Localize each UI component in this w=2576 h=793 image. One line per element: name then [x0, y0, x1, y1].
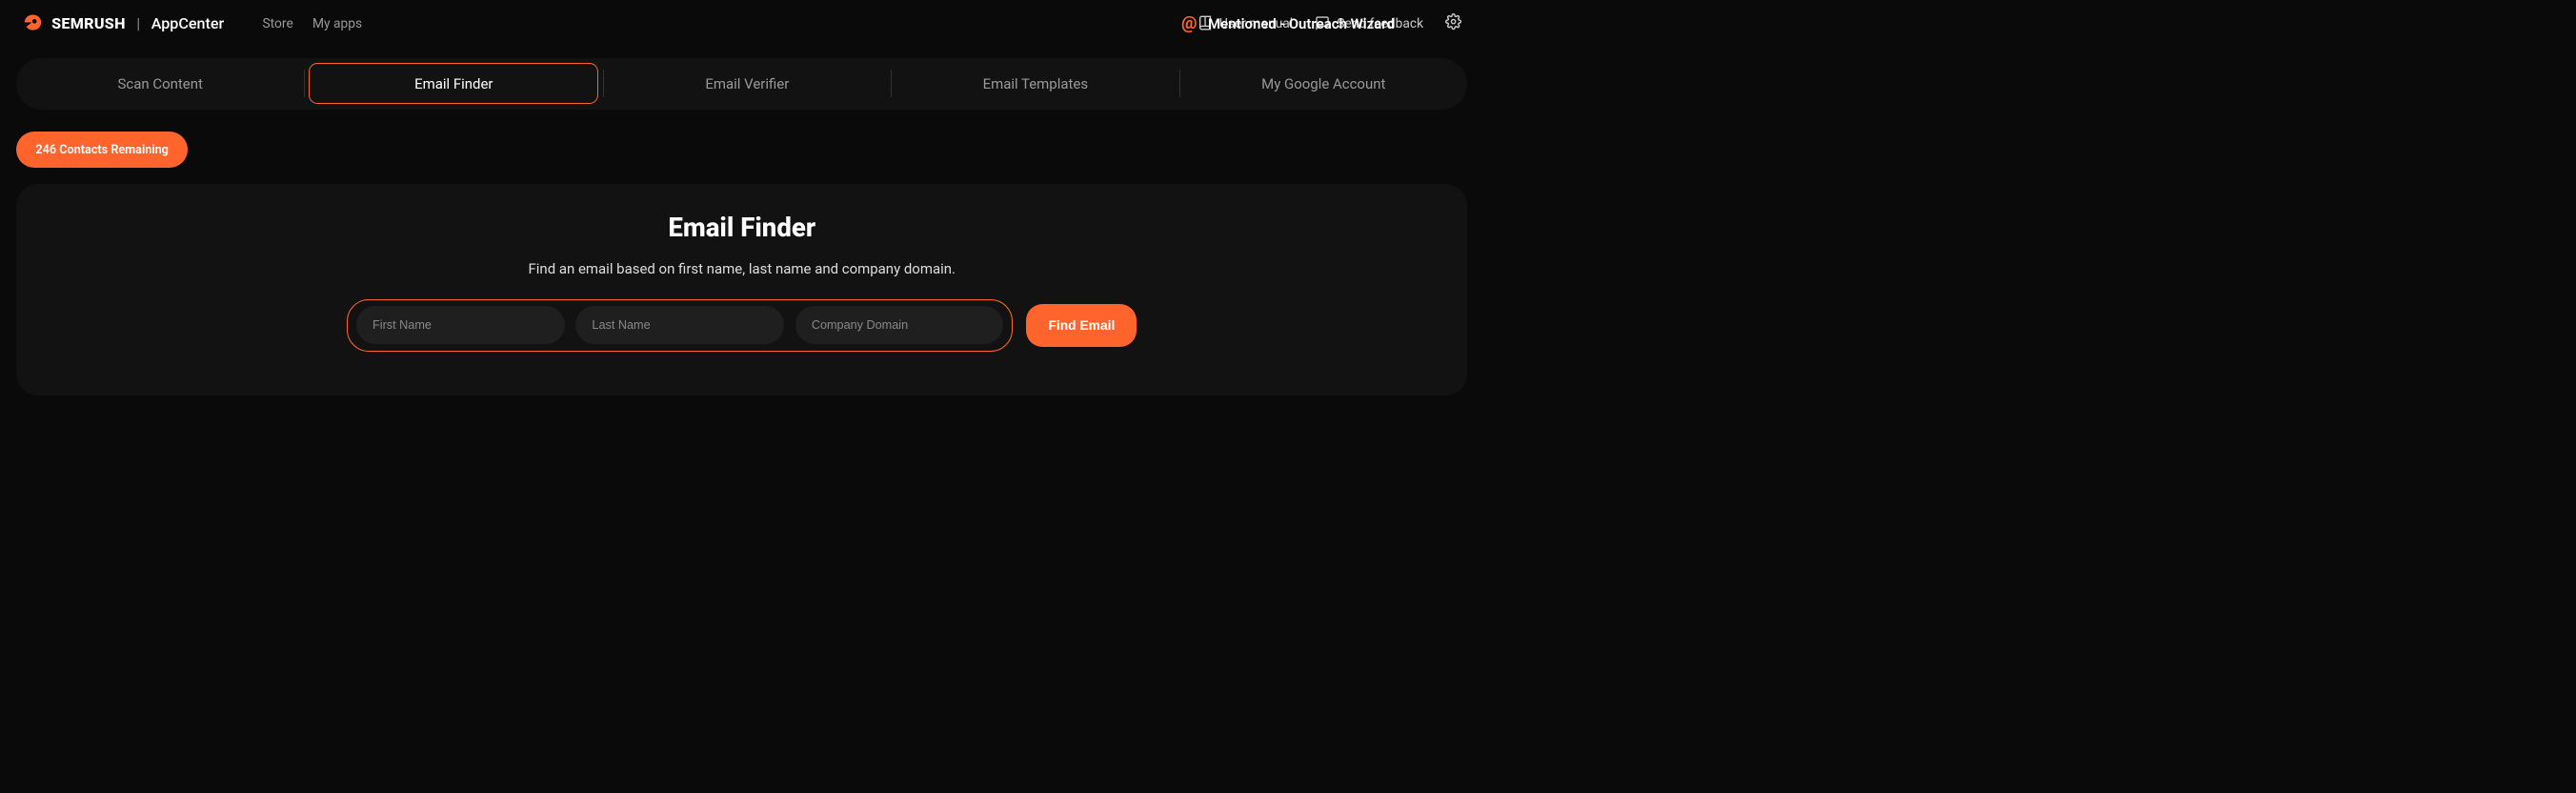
brand-name: SEMRUSH — [51, 14, 126, 32]
app-center-label: AppCenter — [151, 14, 224, 32]
main-content: Email Finder Find an email based on firs… — [16, 184, 1467, 395]
tab-divider — [304, 70, 305, 97]
find-email-button[interactable]: Find Email — [1026, 304, 1137, 347]
input-group — [347, 299, 1013, 352]
first-name-input[interactable] — [356, 306, 565, 343]
tab-google-account[interactable]: My Google Account — [1179, 59, 1467, 110]
at-sign-icon: @ — [1181, 13, 1197, 33]
page-heading: Email Finder — [38, 212, 1445, 243]
tab-email-finder[interactable]: Email Finder — [309, 63, 598, 104]
header: SEMRUSH | AppCenter Store My apps @ Ment… — [0, 0, 1484, 47]
contacts-remaining-badge[interactable]: 246 Contacts Remaining — [16, 132, 188, 168]
app-title-section: @ Mentioned - Outreach Wizard — [1181, 13, 1395, 33]
semrush-logo-icon — [22, 11, 44, 36]
nav-my-apps[interactable]: My apps — [312, 16, 362, 31]
last-name-input[interactable] — [575, 306, 784, 343]
page-subtitle: Find an email based on first name, last … — [38, 260, 1445, 277]
company-domain-input[interactable] — [795, 306, 1004, 343]
logo-section[interactable]: SEMRUSH | AppCenter — [22, 11, 224, 36]
nav-links: Store My apps — [262, 16, 362, 31]
tab-email-templates[interactable]: Email Templates — [892, 59, 1179, 110]
nav-store[interactable]: Store — [262, 16, 292, 31]
logo-divider: | — [136, 14, 140, 32]
gear-icon[interactable] — [1445, 13, 1461, 32]
app-title: Mentioned - Outreach Wizard — [1208, 15, 1395, 32]
email-finder-form: Find Email — [38, 299, 1445, 352]
tab-email-verifier[interactable]: Email Verifier — [603, 59, 891, 110]
tab-scan-content[interactable]: Scan Content — [16, 59, 304, 110]
tabs-container: Scan Content Email Finder Email Verifier… — [16, 58, 1467, 111]
